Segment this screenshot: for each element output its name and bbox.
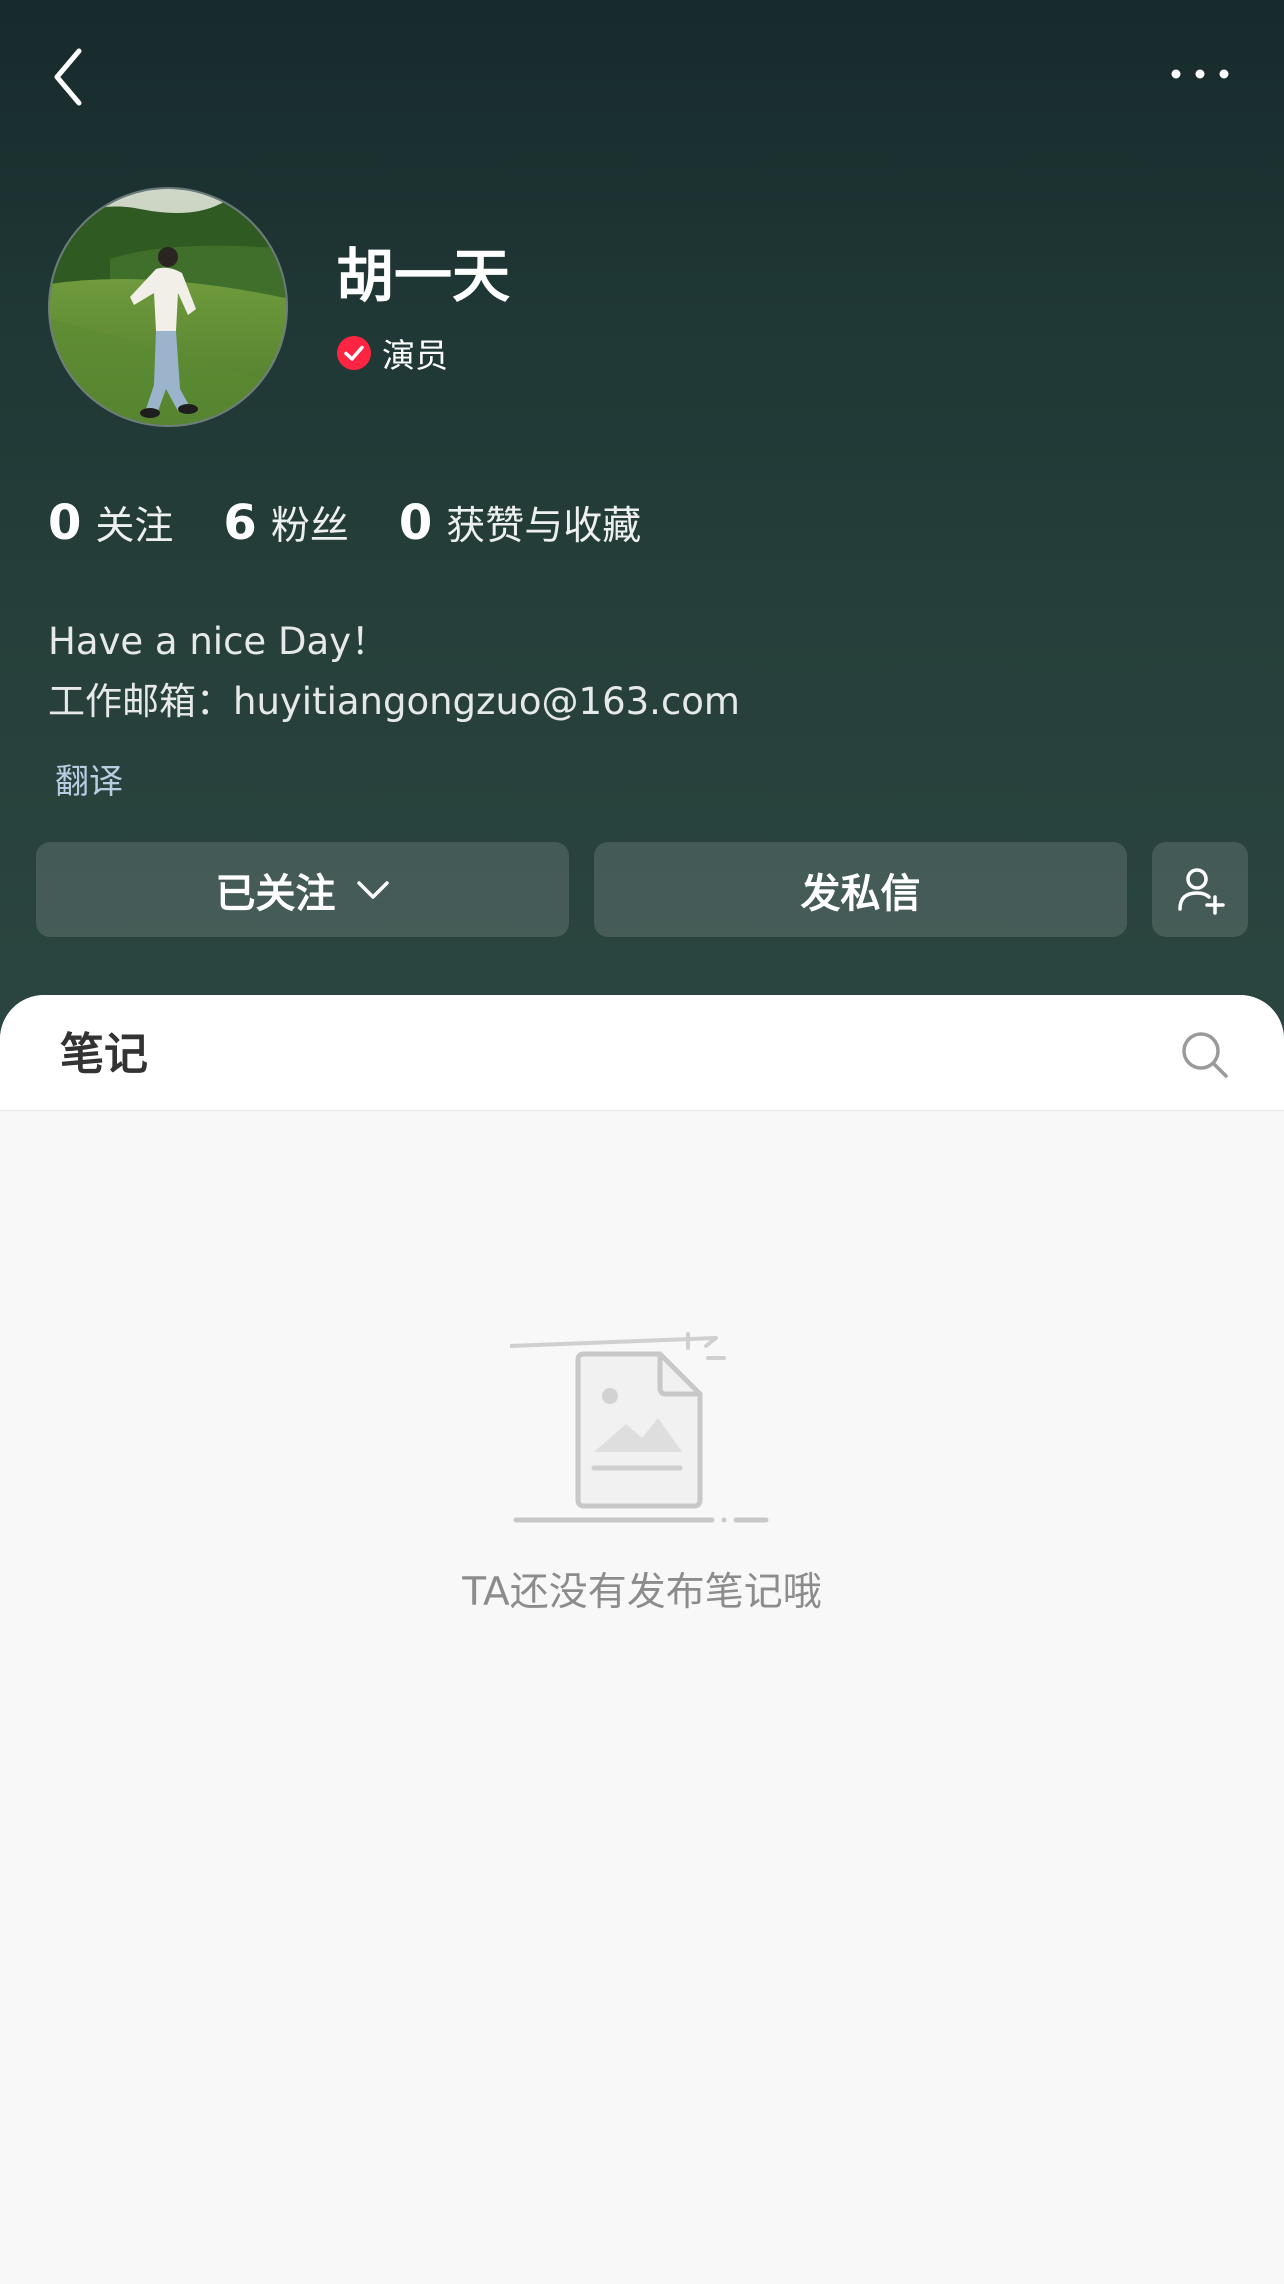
translate-link[interactable]: 翻译 — [55, 758, 123, 806]
more-dots-icon — [1171, 69, 1229, 79]
avatar-photo — [50, 189, 286, 425]
bio-line: 工作邮箱：huyitiangongzuo@163.com — [48, 680, 740, 723]
stat-followers[interactable]: 6 粉丝 — [223, 495, 348, 551]
stat-followers-count: 6 — [223, 495, 257, 551]
back-button[interactable] — [40, 42, 96, 112]
notes-tab-bar: 笔记 — [0, 995, 1284, 1111]
notes-panel: 笔记 TA还没有发布笔记哦 — [0, 995, 1284, 2284]
following-button[interactable]: 已关注 — [36, 842, 569, 937]
stat-following-label: 关注 — [95, 504, 174, 549]
empty-state-message: TA还没有发布笔记哦 — [462, 1570, 822, 1615]
stat-followers-label: 粉丝 — [270, 504, 349, 549]
stat-likes-count: 0 — [398, 495, 433, 551]
following-button-label: 已关注 — [215, 870, 336, 917]
search-button[interactable] — [1175, 1025, 1235, 1085]
stat-likes[interactable]: 0 获赞与收藏 — [399, 495, 641, 551]
more-button[interactable] — [1160, 50, 1240, 98]
stat-likes-label: 获赞与收藏 — [446, 504, 642, 549]
profile-stats: 0 关注 6 粉丝 0 获赞与收藏 — [48, 495, 691, 565]
add-user-button[interactable] — [1152, 842, 1248, 937]
stat-following-count: 0 — [48, 495, 82, 551]
chevron-left-icon — [54, 48, 82, 106]
profile-name: 胡一天 — [336, 242, 511, 310]
avatar[interactable] — [48, 187, 288, 427]
tab-notes[interactable]: 笔记 — [60, 1025, 148, 1085]
send-message-label: 发私信 — [800, 870, 921, 917]
stat-following[interactable]: 0 关注 — [48, 495, 173, 551]
search-icon — [1182, 1032, 1228, 1078]
profile-bio: Have a nice Day！ 工作邮箱：huyitiangongzuo@16… — [48, 612, 1228, 732]
send-message-button[interactable]: 发私信 — [594, 842, 1127, 937]
verified-check-icon — [337, 336, 371, 370]
verification-badge: 演员 — [336, 330, 448, 376]
chevron-down-icon — [356, 880, 389, 899]
add-user-icon — [1178, 867, 1225, 915]
verification-label: 演员 — [382, 336, 448, 375]
bio-line: Have a nice Day！ — [48, 620, 389, 663]
empty-document-icon — [510, 1332, 769, 1523]
